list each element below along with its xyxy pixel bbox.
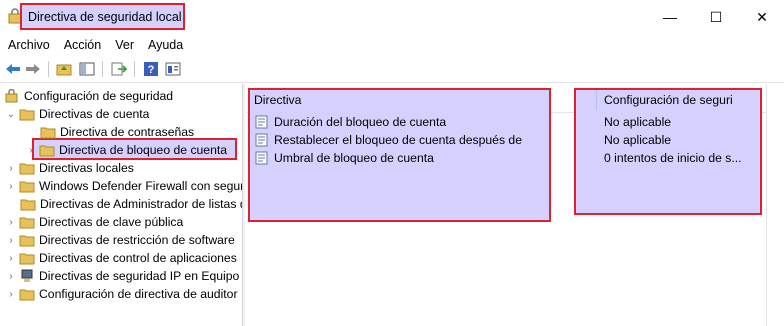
export-list-icon: [111, 62, 127, 76]
chevron-down-icon[interactable]: ⌄: [6, 109, 16, 120]
tree-root[interactable]: Configuración de seguridad: [4, 87, 173, 105]
list-row[interactable]: Restablecer el bloqueo de cuenta después…: [254, 131, 522, 149]
list-row[interactable]: Umbral de bloqueo de cuenta: [254, 149, 434, 167]
list-row[interactable]: Duración del bloqueo de cuenta: [254, 113, 446, 131]
tree-item-label: Directivas de restricción de software: [39, 233, 235, 247]
security-settings-icon: [5, 89, 18, 103]
chevron-right-icon[interactable]: ›: [6, 163, 16, 174]
menu-accion[interactable]: Acción: [57, 34, 109, 56]
maximize-button[interactable]: ☐: [693, 0, 739, 34]
help-button[interactable]: ?: [142, 60, 160, 78]
policy-setting: No aplicable: [604, 115, 672, 129]
properties-button[interactable]: [164, 60, 182, 78]
policy-icon: [255, 133, 268, 147]
folder-icon: [19, 289, 35, 301]
tree-root-label: Configuración de seguridad: [24, 89, 174, 103]
tree-item-label: Windows Defender Firewall con segur: [39, 179, 242, 193]
back-button[interactable]: [4, 60, 22, 78]
tree-item-directiva-de-auditoria[interactable]: › Configuración de directiva de auditor: [6, 285, 238, 303]
help-icon: ?: [144, 62, 158, 76]
tree-item-clave-publica[interactable]: › Directivas de clave pública: [6, 213, 183, 231]
chevron-right-icon[interactable]: ›: [6, 289, 16, 300]
window-title-text: Directiva de seguridad local: [28, 9, 182, 24]
tree-item-label: Directivas locales: [39, 161, 134, 175]
folder-icon: [39, 145, 55, 157]
chevron-right-icon[interactable]: ›: [6, 235, 16, 246]
minimize-button[interactable]: —: [647, 0, 693, 34]
chevron-right-icon[interactable]: ›: [6, 253, 16, 264]
title-bar: Directiva de seguridad local — ☐ ✕: [0, 0, 784, 34]
chevron-right-icon[interactable]: ›: [26, 145, 36, 156]
chevron-right-icon[interactable]: ›: [6, 217, 16, 228]
export-list-button[interactable]: [110, 60, 128, 78]
tree-item-directiva-de-bloqueo-de-cuenta[interactable]: › Directiva de bloqueo de cuenta: [26, 141, 227, 159]
window-title: Directiva de seguridad local: [20, 3, 185, 30]
folder-icon: [19, 217, 35, 229]
tree-item-control-de-aplicaciones[interactable]: › Directivas de control de aplicaciones: [6, 249, 237, 267]
chevron-right-icon[interactable]: ›: [6, 271, 16, 282]
folder-icon: [19, 253, 35, 265]
tree-item-label: Directivas de clave pública: [39, 215, 184, 229]
tree-item-label: Directivas de cuenta: [39, 107, 150, 121]
chevron-right-icon[interactable]: ›: [6, 181, 16, 192]
folder-icon: [19, 235, 35, 247]
menu-bar: Archivo Acción Ver Ayuda: [0, 34, 784, 56]
column-divider[interactable]: [596, 90, 597, 110]
forward-button[interactable]: [24, 60, 42, 78]
tree-item-directiva-de-contrasenas[interactable]: Directiva de contraseñas: [40, 123, 194, 141]
folder-icon: [20, 199, 36, 211]
show-hide-tree-button[interactable]: [78, 60, 96, 78]
show-hide-tree-icon: [79, 62, 95, 76]
menu-ayuda[interactable]: Ayuda: [141, 34, 190, 56]
tree-pane: Configuración de seguridad ⌄ Directivas …: [0, 84, 242, 326]
folder-icon: [19, 109, 35, 121]
firewall-folder-icon: [19, 181, 35, 193]
up-folder-button[interactable]: [55, 60, 73, 78]
close-button[interactable]: ✕: [739, 0, 784, 34]
tree-item-label: Configuración de directiva de auditor: [39, 287, 238, 301]
right-pane-edge: [766, 84, 784, 326]
tree-item-label: Directiva de bloqueo de cuenta: [59, 143, 228, 157]
folder-icon: [19, 163, 35, 175]
policy-icon: [255, 151, 268, 165]
policy-name: Umbral de bloqueo de cuenta: [274, 151, 434, 165]
policy-setting: 0 intentos de inicio de s...: [604, 151, 742, 165]
toolbar-separator: [48, 61, 49, 77]
tree-item-administrador-de-listas[interactable]: Directivas de Administrador de listas d: [20, 195, 242, 213]
tree-item-windows-defender-firewall[interactable]: › Windows Defender Firewall con segur: [6, 177, 242, 195]
svg-text:?: ?: [148, 64, 155, 76]
ip-security-icon: [21, 269, 33, 282]
column-header-configuracion[interactable]: Configuración de seguri: [604, 93, 733, 107]
pane-splitter[interactable]: [242, 84, 245, 326]
tree-item-seguridad-ip[interactable]: › Directivas de seguridad IP en Equipo l: [6, 267, 242, 285]
menu-archivo[interactable]: Archivo: [0, 34, 57, 56]
minimize-icon: —: [663, 9, 677, 25]
policy-icon: [255, 115, 268, 129]
tree-item-directivas-de-cuenta[interactable]: ⌄ Directivas de cuenta: [6, 105, 150, 123]
tree-item-restriccion-de-software[interactable]: › Directivas de restricción de software: [6, 231, 235, 249]
tree-item-directivas-locales[interactable]: › Directivas locales: [6, 159, 134, 177]
menu-ver[interactable]: Ver: [108, 34, 141, 56]
maximize-icon: ☐: [709, 8, 723, 25]
toolbar-separator: [102, 61, 103, 77]
policy-name: Restablecer el bloqueo de cuenta después…: [274, 133, 522, 147]
forward-arrow-icon: [26, 64, 40, 74]
tree-item-label: Directiva de contraseñas: [60, 125, 195, 139]
tree-item-label: Directivas de control de aplicaciones: [39, 251, 237, 265]
policy-setting: No aplicable: [604, 133, 672, 147]
toolbar: ?: [0, 56, 784, 83]
policy-name: Duración del bloqueo de cuenta: [274, 115, 447, 129]
column-header-directiva[interactable]: Directiva: [254, 93, 301, 107]
properties-icon: [165, 62, 181, 76]
tree-item-label: Directivas de Administrador de listas d: [40, 197, 242, 211]
back-arrow-icon: [6, 64, 20, 74]
toolbar-separator: [134, 61, 135, 77]
close-icon: ✕: [756, 8, 768, 25]
up-folder-icon: [56, 64, 72, 76]
folder-icon: [40, 127, 56, 139]
tree-item-label: Directivas de seguridad IP en Equipo l: [39, 269, 242, 283]
